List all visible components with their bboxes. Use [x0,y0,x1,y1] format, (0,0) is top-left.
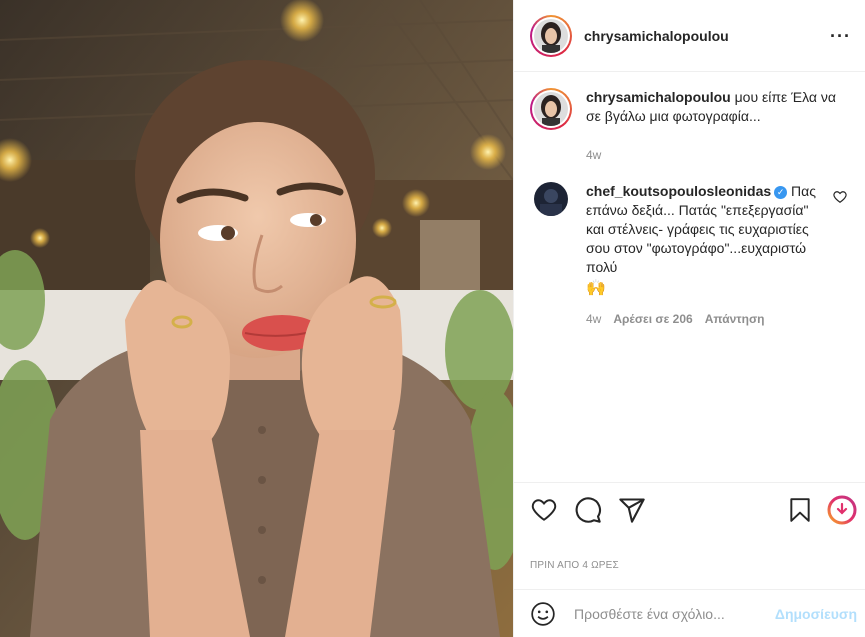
avatar-inner [532,16,570,55]
action-bar-right [787,495,857,525]
comment-body: chef_koutsopoulosleonidas ✓ Πας επάνω δεξ… [586,182,849,326]
share-icon[interactable] [618,496,646,524]
caption-body: chrysamichalopoulou μου είπε Έλα να σε β… [586,88,849,162]
raised-hands-emoji: 🙌 [586,280,606,297]
post-comment-button[interactable]: Δημοσίευση [775,606,857,622]
instagram-post: chrysamichalopoulou ··· chrysamichalopou… [0,0,865,637]
bookmark-icon[interactable] [787,496,813,524]
post-side-panel: chrysamichalopoulou ··· chrysamichalopou… [513,0,865,637]
more-options-icon[interactable]: ··· [830,27,851,45]
comment-likes[interactable]: Αρέσει σε 206 [613,312,692,326]
comment-icon[interactable] [574,496,602,524]
post-timestamp[interactable]: ΠΡΙΝ ΑΠΟ 4 ΩΡΕΣ [530,560,619,571]
caption: chrysamichalopoulou μου είπε Έλα να σε β… [530,88,849,162]
comment-text-line: chef_koutsopoulosleonidas ✓ Πας επάνω δεξ… [586,182,823,298]
caption-avatar-inner [532,90,570,128]
commenter-avatar[interactable] [534,182,568,216]
action-bar [514,482,865,525]
caption-meta: 4w [586,148,849,162]
heart-icon[interactable] [530,497,558,523]
comment-like-heart-icon[interactable] [833,190,847,207]
caption-username[interactable]: chrysamichalopoulou [586,89,731,105]
reply-button[interactable]: Απάντηση [705,312,765,326]
caption-age[interactable]: 4w [586,148,601,162]
post-photo[interactable] [0,0,513,637]
add-comment-bar: Δημοσίευση [514,589,865,637]
story-ring-icon[interactable] [827,495,857,525]
comment-age[interactable]: 4w [586,312,601,326]
comment-username[interactable]: chef_koutsopoulosleonidas [586,183,771,199]
verified-badge-icon: ✓ [774,186,788,199]
caption-avatar-image [534,92,568,126]
comment: chef_koutsopoulosleonidas ✓ Πας επάνω δεξ… [530,182,849,326]
caption-avatar[interactable] [530,88,572,130]
emoji-icon[interactable] [530,601,556,627]
post-header: chrysamichalopoulou ··· [514,0,865,72]
photo-illustration [0,0,513,637]
caption-text-line: chrysamichalopoulou μου είπε Έλα να σε β… [586,88,849,126]
post-username[interactable]: chrysamichalopoulou [584,28,729,44]
comment-meta: 4w Αρέσει σε 206 Απάντηση [586,312,823,326]
comments-area: chrysamichalopoulou μου είπε Έλα να σε β… [514,72,865,326]
avatar-image [534,18,568,53]
avatar[interactable] [530,14,572,57]
add-comment-input[interactable] [574,605,775,622]
